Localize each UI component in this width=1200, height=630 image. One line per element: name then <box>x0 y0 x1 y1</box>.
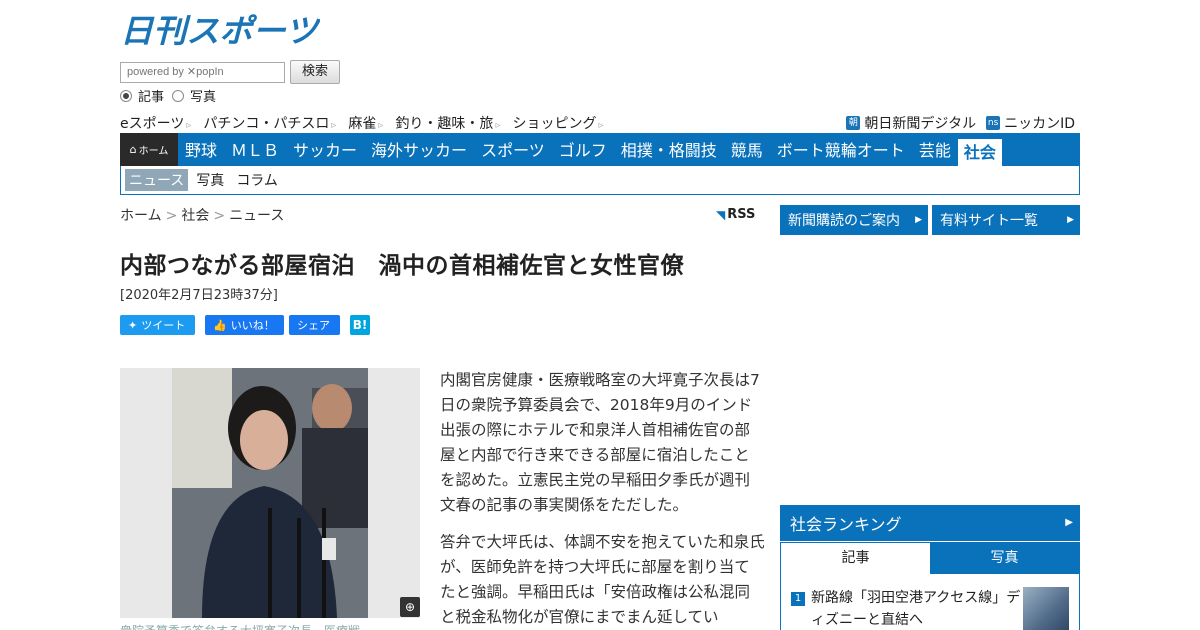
chevron-right-icon: ▹ <box>495 120 501 131</box>
article-body: 内閣官房健康・医療戦略室の大坪寛子次長は7日の衆院予算委員会で、2018年9月の… <box>440 368 765 630</box>
facebook-share-button[interactable]: シェア <box>289 315 340 335</box>
article-paragraph: 内閣官房健康・医療戦略室の大坪寛子次長は7日の衆院予算委員会で、2018年9月の… <box>440 371 760 514</box>
nav-item-boat[interactable]: ボート競輪オート <box>770 133 912 166</box>
nav-item-keiba[interactable]: 競馬 <box>724 133 770 166</box>
tweet-button[interactable]: ✦ ツイート <box>120 315 195 335</box>
secnav-news[interactable]: ニュース <box>125 169 189 191</box>
secnav-column[interactable]: コラム <box>236 170 278 190</box>
breadcrumb-society[interactable]: 社会 <box>181 208 209 224</box>
triangle-right-icon: ▶ <box>1065 517 1073 528</box>
breadcrumb-news[interactable]: ニュース <box>229 208 284 224</box>
asahi-icon: 朝 <box>846 116 861 130</box>
ranking-tab-photos[interactable]: 写真 <box>930 543 1079 574</box>
nav-item-world-soccer[interactable]: 海外サッカー <box>364 133 474 166</box>
breadcrumb-home[interactable]: ホーム <box>120 208 162 224</box>
twitter-icon: ✦ <box>128 318 138 332</box>
search-button[interactable]: 検索 <box>290 60 340 84</box>
ranking-tab-articles[interactable]: 記事 <box>781 543 930 574</box>
radio-photos[interactable] <box>172 89 185 102</box>
search-scope: 記事 写真 <box>120 86 224 105</box>
nav-item-sumo[interactable]: 相撲・格闘技 <box>614 133 724 166</box>
subnav-link-esports[interactable]: eスポーツ ▹ <box>120 113 191 133</box>
search-input[interactable] <box>120 61 285 83</box>
nav-item-golf[interactable]: ゴルフ <box>552 133 614 166</box>
paid-sites-button[interactable]: 有料サイト一覧 ▶ <box>932 205 1080 235</box>
site-logo[interactable]: 日刊スポーツ <box>120 12 320 48</box>
subnav-link-pachinko[interactable]: パチンコ・パチスロ ▹ <box>203 113 336 133</box>
search-form: 検索 <box>120 60 340 84</box>
chevron-right-icon: ▹ <box>331 120 337 131</box>
photo-image <box>172 368 368 618</box>
nikkan-id-icon: ns <box>986 116 1001 130</box>
triangle-right-icon: ▶ <box>915 215 922 225</box>
nav-home[interactable]: ⌂ ホーム <box>120 133 178 166</box>
home-icon: ⌂ <box>129 143 137 156</box>
ranking-header[interactable]: 社会ランキング ▶ <box>780 505 1080 541</box>
nav-item-society[interactable]: 社会 <box>957 139 1002 166</box>
nav-item-soccer[interactable]: サッカー <box>286 133 364 166</box>
subscription-button[interactable]: 新聞購読のご案内 ▶ <box>780 205 928 235</box>
secnav-photos[interactable]: 写真 <box>196 170 224 190</box>
share-buttons: ✦ ツイート 👍 いいね！ シェア B! <box>120 315 380 335</box>
zoom-icon[interactable]: ⊕ <box>400 597 420 617</box>
asahi-link[interactable]: 朝 朝日新聞デジタル <box>846 113 976 133</box>
section-navigation: ニュース 写真 コラム <box>120 166 1080 195</box>
sidebar-buttons: 新聞購読のご案内 ▶ 有料サイト一覧 ▶ <box>780 205 1080 235</box>
main-navigation: ⌂ ホーム 野球 ＭＬＢ サッカー 海外サッカー スポーツ ゴルフ 相撲・格闘技… <box>120 133 1080 166</box>
subnav-link-shopping[interactable]: ショッピング ▹ <box>512 113 603 133</box>
rank-number: 1 <box>791 592 805 606</box>
subnav-link-mahjong[interactable]: 麻雀 ▹ <box>348 113 383 133</box>
nav-item-baseball[interactable]: 野球 <box>178 133 224 166</box>
chevron-right-icon: ▹ <box>598 120 604 131</box>
rss-link[interactable]: ◥ RSS <box>716 207 755 222</box>
article-date: [2020年2月7日23時37分] <box>120 288 278 303</box>
ranking-box: 記事 写真 1 新路線「羽田空港アクセス線」ディズニーと直結へ <box>780 542 1080 630</box>
photo-caption: 衆院予算委で答弁する大坪寛子次長 医療戦 <box>120 622 420 630</box>
article-paragraph: 答弁で大坪氏は、体調不安を抱えていた和泉氏が、医師免許を持つ大坪氏に部屋を割り当… <box>440 533 765 626</box>
chevron-right-icon: ▹ <box>378 120 384 131</box>
article-title: 内部つながる部屋宿泊 渦中の首相補佐官と女性官僚 <box>120 253 684 279</box>
rss-icon: ◥ <box>716 207 726 222</box>
radio-articles-label: 記事 <box>138 90 165 105</box>
nav-item-sports[interactable]: スポーツ <box>474 133 552 166</box>
subnav-link-fishing[interactable]: 釣り・趣味・旅 ▹ <box>395 113 500 133</box>
breadcrumb: ホーム > 社会 > ニュース <box>120 208 285 224</box>
radio-articles[interactable] <box>120 89 132 102</box>
radio-photos-label: 写真 <box>190 90 217 105</box>
thumbs-up-icon: 👍 <box>213 318 227 332</box>
ranking-thumbnail[interactable] <box>1023 587 1069 630</box>
article-photo[interactable] <box>120 368 420 618</box>
sub-navigation: eスポーツ ▹ パチンコ・パチスロ ▹ 麻雀 ▹ 釣り・趣味・旅 ▹ ショッピング ▹ 朝… <box>120 113 1080 133</box>
triangle-right-icon: ▶ <box>1067 215 1074 225</box>
nav-item-mlb[interactable]: ＭＬＢ <box>224 133 286 166</box>
nav-item-entertainment[interactable]: 芸能 <box>912 133 958 166</box>
nikkan-id-link[interactable]: ns ニッカンID <box>986 113 1075 133</box>
hatena-bookmark-button[interactable]: B! <box>350 315 370 335</box>
logo-text: 日刊スポーツ <box>120 12 320 48</box>
like-button[interactable]: 👍 いいね！ <box>205 315 284 335</box>
chevron-right-icon: ▹ <box>186 120 192 131</box>
